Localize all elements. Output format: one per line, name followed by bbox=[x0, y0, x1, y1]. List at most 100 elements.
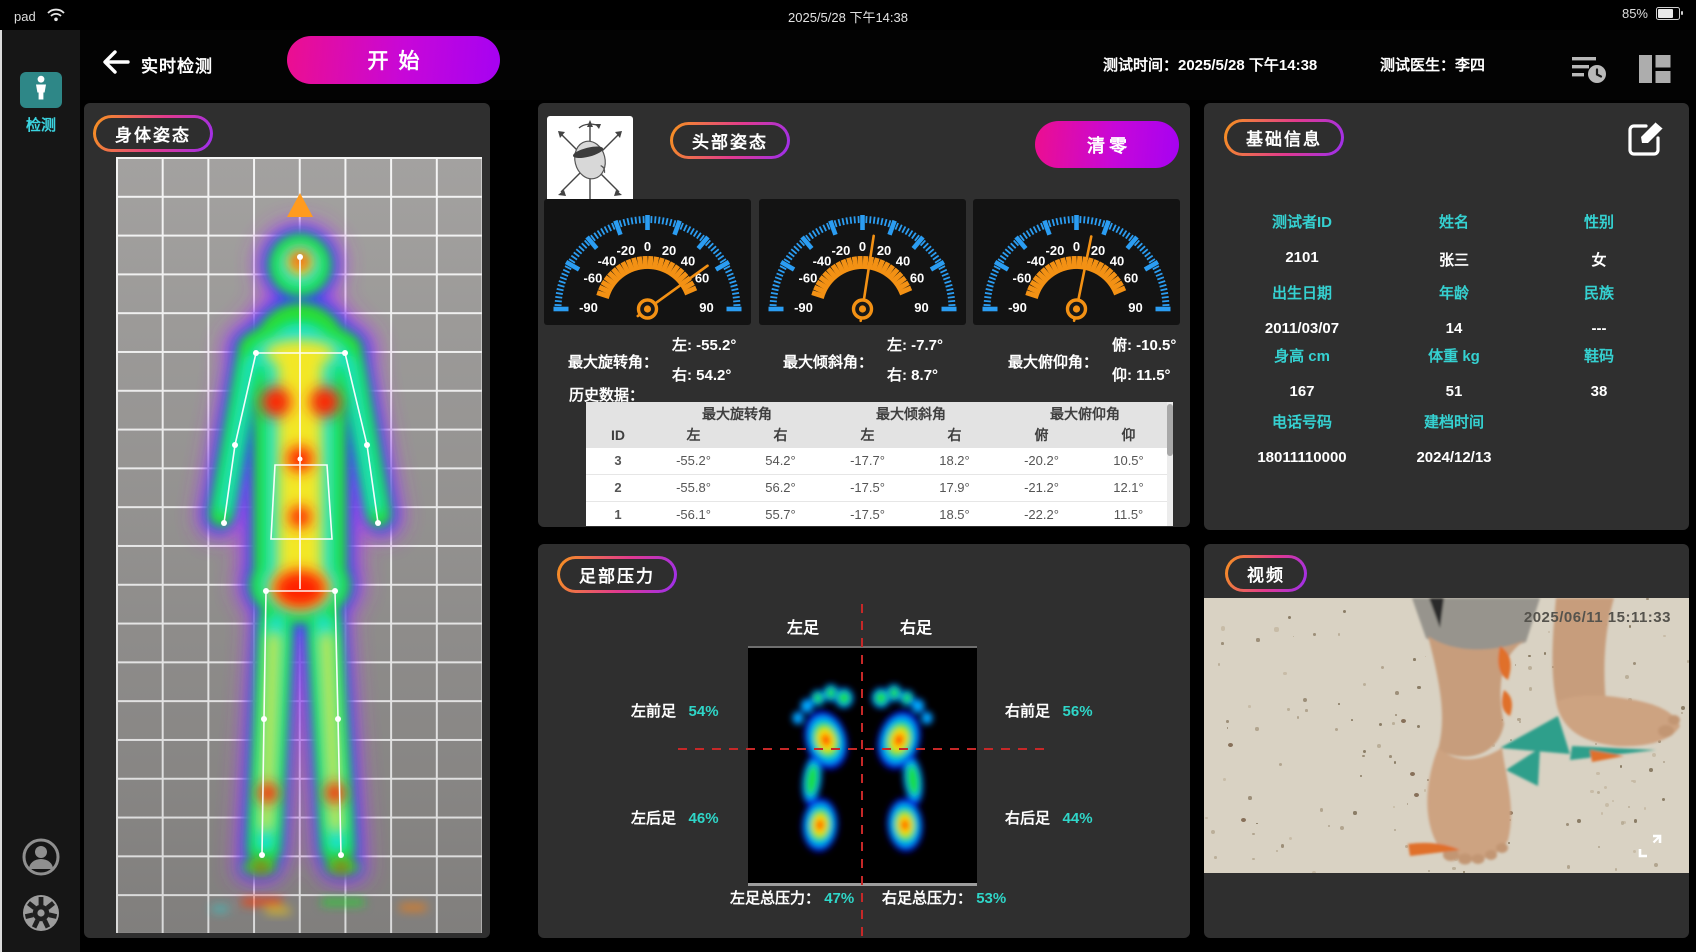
left-foot-label: 左足 bbox=[773, 614, 833, 638]
history-records-icon[interactable] bbox=[1570, 52, 1608, 86]
right-rearfoot-stat: 右后足 44% bbox=[1005, 807, 1093, 828]
table-row: 1 -56.1° 55.7° -17.5° 18.5° -22.2° 11.5° bbox=[586, 502, 1173, 526]
svg-text:60: 60 bbox=[1124, 271, 1138, 286]
start-button[interactable]: 开始 bbox=[287, 36, 500, 84]
table-row: 3 -55.2° 54.2° -17.7° 18.2° -20.2° 10.5° bbox=[586, 448, 1173, 475]
svg-text:90: 90 bbox=[1128, 300, 1142, 315]
person-icon bbox=[32, 75, 50, 106]
info-field-7: 身高 cm167 bbox=[1229, 345, 1375, 400]
layout-grid-icon[interactable] bbox=[1636, 52, 1674, 86]
head-posture-title: 头部姿态 bbox=[673, 125, 787, 156]
svg-text:-90: -90 bbox=[794, 300, 813, 315]
svg-text:40: 40 bbox=[896, 254, 910, 269]
foot-pressure-title: 足部压力 bbox=[560, 559, 674, 590]
svg-text:90: 90 bbox=[914, 300, 928, 315]
basic-info-title-pill: 基础信息 bbox=[1224, 119, 1344, 156]
svg-text:0: 0 bbox=[859, 239, 866, 254]
sidebar-item-detect[interactable] bbox=[20, 72, 62, 108]
test-doctor: 测试医生：李四 bbox=[1380, 54, 1485, 75]
right-forefoot-stat: 右前足 56% bbox=[1005, 700, 1093, 721]
info-field-1: 测试者ID2101 bbox=[1229, 211, 1375, 266]
header: 实时检测 开始 测试时间：2025/5/28 下午14:38 测试医生：李四 bbox=[0, 30, 1696, 100]
table-scrollbar[interactable] bbox=[1167, 402, 1173, 526]
svg-text:-20: -20 bbox=[617, 243, 636, 258]
max-tilt-stat: 最大倾斜角： 左: -7.7° 右: 8.7° bbox=[783, 331, 943, 391]
table-row: 2 -55.8° 56.2° -17.5° 17.9° -21.2° 12.1° bbox=[586, 475, 1173, 502]
max-rotation-stat: 最大旋转角： 左: -55.2° 右: 54.2° bbox=[568, 331, 736, 391]
info-field-10: 电话号码18011110000 bbox=[1229, 411, 1375, 466]
svg-text:20: 20 bbox=[662, 243, 676, 258]
svg-text:0: 0 bbox=[1073, 239, 1080, 254]
table-group-tilt: 最大倾斜角 bbox=[824, 402, 998, 424]
clear-button[interactable]: 清零 bbox=[1035, 121, 1179, 168]
app-screen: pad 2025/5/28 下午14:38 85% 实时检测 开始 测试时间：2… bbox=[0, 0, 1696, 952]
body-posture-title-pill: 身体姿态 bbox=[93, 115, 213, 152]
left-forefoot-stat: 左前足 54% bbox=[631, 700, 719, 721]
sidebar: 检测 bbox=[2, 30, 80, 952]
crosshair-horizontal bbox=[678, 748, 1050, 750]
max-pitch-stat: 最大俯仰角： 俯: -10.5° 仰: 11.5° bbox=[1008, 331, 1176, 391]
user-profile-button[interactable] bbox=[20, 836, 62, 878]
info-field-4: 出生日期2011/03/07 bbox=[1229, 282, 1375, 337]
settings-gear-button[interactable] bbox=[20, 892, 62, 934]
svg-text:-20: -20 bbox=[1046, 243, 1065, 258]
battery-percent: 85% bbox=[1622, 6, 1648, 21]
svg-text:0: 0 bbox=[644, 239, 651, 254]
svg-text:-40: -40 bbox=[598, 254, 617, 269]
svg-text:-60: -60 bbox=[1013, 271, 1032, 286]
svg-text:-60: -60 bbox=[799, 271, 818, 286]
left-rearfoot-stat: 左后足 46% bbox=[631, 807, 719, 828]
table-col-id: ID bbox=[586, 424, 650, 448]
crosshair-vertical bbox=[861, 604, 863, 941]
info-field-3: 性别女 bbox=[1526, 211, 1672, 270]
gauge-pitch: -90 -60 -40-20 0 20 4060 90 bbox=[973, 199, 1180, 325]
back-button[interactable] bbox=[98, 44, 132, 80]
info-field-5: 年龄14 bbox=[1381, 282, 1527, 337]
table-group-rotation: 最大旋转角 bbox=[650, 402, 824, 424]
svg-text:90: 90 bbox=[699, 300, 713, 315]
body-posture-panel: 身体姿态 bbox=[84, 103, 490, 938]
direction-arrow bbox=[287, 193, 313, 217]
info-field-6: 民族--- bbox=[1526, 282, 1672, 337]
gauge-tilt: -90 -60 -40-20 0 20 4060 90 bbox=[759, 199, 966, 325]
fullscreen-icon[interactable] bbox=[1637, 833, 1663, 859]
svg-text:-60: -60 bbox=[584, 271, 603, 286]
video-timestamp: 2025/06/11 15:11:33 bbox=[1524, 609, 1671, 626]
gauge-rotation: -90-60-40-20020406090 bbox=[544, 199, 751, 325]
body-posture-title: 身体姿态 bbox=[96, 118, 210, 149]
status-datetime: 2025/5/28 下午14:38 bbox=[0, 7, 1696, 26]
svg-text:40: 40 bbox=[681, 254, 695, 269]
foot-pressure-panel: 足部压力 左足 右足 左前足 54% 右前足 56% 左后足 46% 右后足 4… bbox=[538, 544, 1190, 938]
left-total-stat: 左足总压力： 47% bbox=[730, 887, 854, 908]
body-thermal-image bbox=[116, 157, 482, 933]
edit-info-button[interactable] bbox=[1625, 116, 1667, 160]
svg-text:-40: -40 bbox=[813, 254, 832, 269]
basic-info-panel: 基础信息 测试者ID2101姓名张三性别女出生日期2011/03/07年龄14民… bbox=[1204, 103, 1689, 530]
svg-text:-90: -90 bbox=[579, 300, 598, 315]
svg-text:60: 60 bbox=[910, 271, 924, 286]
right-foot-label: 右足 bbox=[886, 614, 946, 638]
video-title-pill: 视频 bbox=[1225, 555, 1307, 592]
status-bar: pad 2025/5/28 下午14:38 85% bbox=[0, 0, 1696, 30]
info-field-11: 建档时间2024/12/13 bbox=[1381, 411, 1527, 466]
svg-text:-20: -20 bbox=[832, 243, 851, 258]
right-total-stat: 右足总压力： 53% bbox=[882, 887, 1006, 908]
svg-text:-90: -90 bbox=[1008, 300, 1027, 315]
svg-text:40: 40 bbox=[1110, 254, 1124, 269]
video-frame: 2025/06/11 15:11:33 bbox=[1204, 598, 1689, 873]
svg-text:-40: -40 bbox=[1027, 254, 1046, 269]
video-title: 视频 bbox=[1228, 558, 1304, 589]
head-posture-title-pill: 头部姿态 bbox=[670, 122, 790, 159]
svg-text:20: 20 bbox=[877, 243, 891, 258]
info-field-8: 体重 kg51 bbox=[1381, 345, 1527, 400]
battery-icon bbox=[1656, 7, 1680, 20]
table-group-pitch: 最大俯仰角 bbox=[998, 402, 1172, 424]
history-table: 最大旋转角 最大倾斜角 最大俯仰角 ID 左 右 左 右 俯 仰 3 -55.2 bbox=[586, 402, 1173, 526]
svg-text:20: 20 bbox=[1091, 243, 1105, 258]
test-time: 测试时间：2025/5/28 下午14:38 bbox=[1103, 54, 1317, 75]
head-posture-panel: 头部姿态 清零 -90-60-40-20020406090 -90-60-40-… bbox=[538, 103, 1190, 527]
head-axes-diagram bbox=[547, 116, 633, 208]
foot-pressure-title-pill: 足部压力 bbox=[557, 556, 677, 593]
sidebar-item-detect-label: 检测 bbox=[2, 114, 80, 135]
info-field-9: 鞋码38 bbox=[1526, 345, 1672, 400]
